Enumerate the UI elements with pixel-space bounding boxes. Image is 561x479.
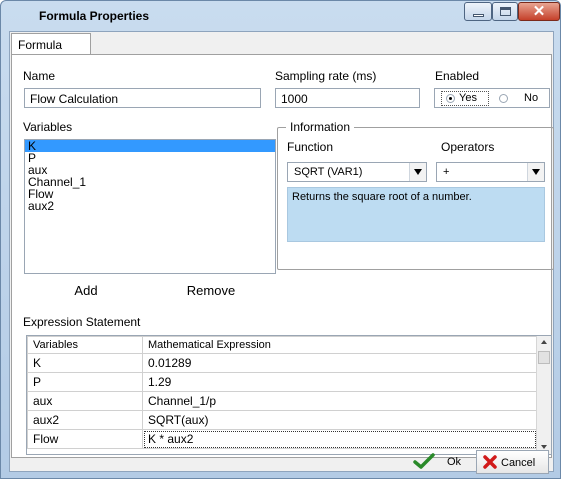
table-cell[interactable]: Channel_1/p xyxy=(142,391,537,411)
list-item[interactable]: aux2 xyxy=(25,200,275,212)
name-input[interactable]: Flow Calculation xyxy=(24,88,261,108)
column-header-expression[interactable]: Mathematical Expression xyxy=(142,336,537,354)
information-title: Information xyxy=(286,120,355,134)
table-cell[interactable]: aux2 xyxy=(27,410,143,430)
operators-label: Operators xyxy=(441,140,495,154)
cancel-button[interactable]: Cancel xyxy=(476,450,549,474)
expression-table[interactable]: Variables Mathematical Expression K 0.01… xyxy=(26,335,552,455)
list-item[interactable]: P xyxy=(25,152,275,164)
name-label: Name xyxy=(23,69,56,83)
scroll-thumb[interactable] xyxy=(538,351,550,364)
maximize-icon xyxy=(500,7,511,16)
table-cell[interactable]: SQRT(aux) xyxy=(142,410,537,430)
information-group: Information Function Operators SQRT (VAR… xyxy=(277,120,554,270)
function-value: SQRT (VAR1) xyxy=(294,166,363,178)
function-description-text: Returns the square root of a number. xyxy=(292,191,472,203)
ok-button[interactable]: Ok xyxy=(409,450,478,474)
list-item[interactable]: K xyxy=(25,140,275,152)
variables-list[interactable]: K P aux Channel_1 Flow aux2 xyxy=(24,139,276,274)
enabled-no-label[interactable]: No xyxy=(524,92,538,104)
table-cell[interactable]: K * aux2 xyxy=(142,429,537,449)
function-description: Returns the square root of a number. xyxy=(287,187,545,242)
list-item[interactable]: Flow xyxy=(25,188,275,200)
table-cell[interactable]: aux xyxy=(27,391,143,411)
table-header-row: Variables Mathematical Expression xyxy=(27,336,537,354)
table-cell[interactable]: 0.01289 xyxy=(142,353,537,373)
operators-value: + xyxy=(443,166,450,178)
minimize-button[interactable] xyxy=(464,2,492,21)
chevron-down-icon[interactable] xyxy=(409,163,426,181)
remove-variable-label: Remove xyxy=(186,283,236,298)
enabled-label: Enabled xyxy=(435,69,480,83)
table-row[interactable]: K 0.01289 xyxy=(27,353,537,373)
sampling-rate-label: Sampling rate (ms) xyxy=(275,69,377,83)
expression-grid: Variables Mathematical Expression K 0.01… xyxy=(27,336,537,449)
function-select[interactable]: SQRT (VAR1) xyxy=(287,162,427,182)
list-item[interactable]: Channel_1 xyxy=(25,176,275,188)
table-row[interactable]: aux Channel_1/p xyxy=(27,391,537,411)
sampling-rate-input[interactable]: 1000 xyxy=(275,88,420,108)
table-scrollbar[interactable] xyxy=(536,336,551,454)
dialog-body: Formula Name Flow Calculation Sampling r… xyxy=(9,31,554,474)
close-icon: ✕ xyxy=(532,3,546,20)
table-row[interactable]: P 1.29 xyxy=(27,372,537,392)
table-cell[interactable]: P xyxy=(27,372,143,392)
table-cell[interactable]: 1.29 xyxy=(142,372,537,392)
chevron-down-icon[interactable] xyxy=(527,163,544,181)
cancel-label: Cancel xyxy=(501,457,536,469)
operators-select[interactable]: + xyxy=(436,162,545,182)
checkmark-icon xyxy=(413,453,435,469)
sampling-rate-value: 1000 xyxy=(281,92,308,106)
maximize-button[interactable] xyxy=(492,2,518,21)
enabled-radio-group: Yes No xyxy=(434,88,550,108)
scroll-up-icon[interactable] xyxy=(537,336,551,350)
remove-variable-button[interactable]: Remove xyxy=(147,281,275,301)
tab-formula-label: Formula xyxy=(18,38,63,52)
formula-properties-window: Formula Properties ✕ Formula Name Flow C… xyxy=(0,0,561,479)
table-cell[interactable]: K xyxy=(27,353,143,373)
add-variable-label: Add xyxy=(74,283,98,298)
enabled-no-radio[interactable] xyxy=(499,94,508,103)
enabled-yes-radio[interactable] xyxy=(446,94,455,103)
table-row[interactable]: aux2 SQRT(aux) xyxy=(27,410,537,430)
formula-tab-panel: Name Flow Calculation Sampling rate (ms)… xyxy=(11,54,554,458)
table-row[interactable]: Flow K * aux2 xyxy=(27,429,537,449)
column-header-variables[interactable]: Variables xyxy=(27,336,143,354)
enabled-yes-label[interactable]: Yes xyxy=(459,92,477,104)
tab-formula[interactable]: Formula xyxy=(11,33,91,55)
table-cell[interactable]: Flow xyxy=(27,429,143,449)
title-bar[interactable]: Formula Properties ✕ xyxy=(1,1,560,31)
close-button[interactable]: ✕ xyxy=(518,2,560,21)
window-title: Formula Properties xyxy=(39,9,150,23)
expression-statement-label: Expression Statement xyxy=(23,315,141,329)
minimize-icon xyxy=(473,14,484,17)
function-label: Function xyxy=(287,140,334,154)
variables-label: Variables xyxy=(23,120,73,134)
add-variable-button[interactable]: Add xyxy=(25,281,147,301)
name-input-value: Flow Calculation xyxy=(30,92,119,106)
cancel-x-icon xyxy=(483,455,497,469)
ok-label: Ok xyxy=(447,456,462,468)
